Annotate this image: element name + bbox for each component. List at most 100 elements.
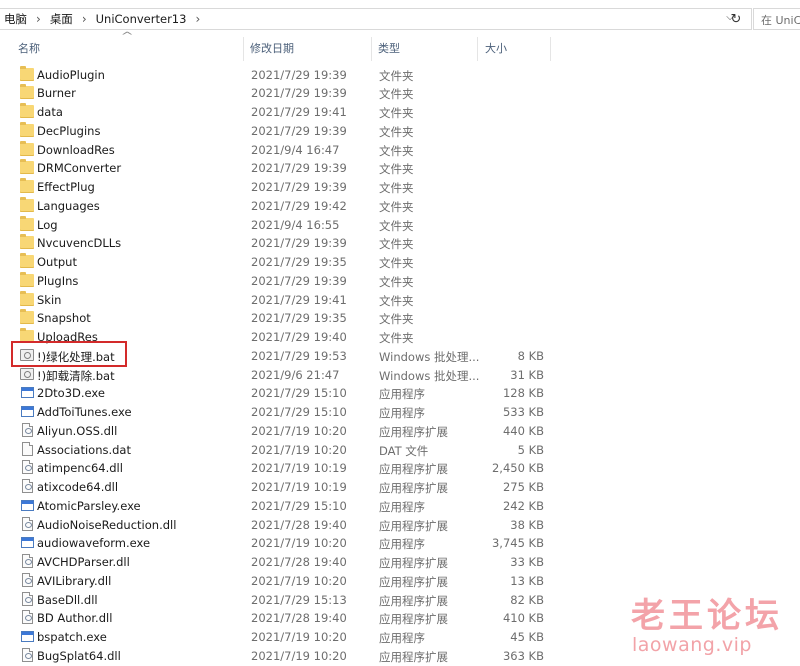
column-header-name[interactable]: 名称: [18, 40, 40, 60]
file-date: 2021/7/19 10:20: [251, 648, 347, 663]
file-date: 2021/7/29 19:39: [251, 123, 347, 138]
file-type: 文件夹: [379, 312, 414, 327]
file-row[interactable]: AVILibrary.dll 2021/7/19 10:20 应用程序扩展 13 KB: [0, 571, 560, 590]
file-row[interactable]: DownloadRes 2021/9/4 16:47 文件夹: [0, 140, 560, 159]
file-row[interactable]: BaseDll.dll 2021/7/29 15:13 应用程序扩展 82 KB: [0, 590, 560, 609]
file-date: 2021/7/29 19:40: [251, 330, 347, 344]
file-name: AVILibrary.dll: [37, 573, 112, 588]
search-input[interactable]: 在 UniCo: [753, 8, 800, 30]
file-name: Aliyun.OSS.dll: [37, 423, 118, 438]
file-row[interactable]: DRMConverter 2021/7/29 19:39 文件夹: [0, 158, 560, 177]
file-row[interactable]: Associations.dat 2021/7/19 10:20 DAT 文件 5 K…: [0, 440, 560, 459]
file-type: 文件夹: [379, 218, 414, 233]
column-header-size[interactable]: 大小: [485, 40, 507, 60]
file-row[interactable]: atimpenc64.dll 2021/7/19 10:19 应用程序扩展 2,450…: [0, 458, 560, 477]
file-type: 应用程序扩展: [379, 574, 448, 589]
file-type: 文件夹: [379, 274, 414, 289]
folder-icon: [20, 290, 34, 306]
file-row[interactable]: DecPlugins 2021/7/29 19:39 文件夹: [0, 121, 560, 140]
breadcrumb-current-folder[interactable]: UniConverter13: [92, 12, 191, 26]
column-divider[interactable]: [477, 37, 478, 61]
file-name: NvcuvencDLLs: [37, 236, 122, 251]
dll-icon: [22, 610, 33, 625]
file-row[interactable]: Output 2021/7/29 19:35 文件夹: [0, 252, 560, 271]
file-row[interactable]: AtomicParsley.exe 2021/7/29 15:10 应用程序 242 …: [0, 496, 560, 515]
breadcrumb-desktop[interactable]: 桌面: [46, 11, 77, 27]
column-divider[interactable]: [371, 37, 372, 61]
folder-icon: [20, 178, 34, 193]
file-row[interactable]: atixcode64.dll 2021/7/19 10:19 应用程序扩展 275 K…: [0, 477, 560, 496]
file-size: 5 KB: [517, 442, 544, 457]
exe-icon: [21, 537, 34, 549]
file-date: 2021/7/29 15:10: [251, 386, 347, 401]
file-row[interactable]: data 2021/7/29 19:41 文件夹: [0, 102, 560, 121]
file-size: 440 KB: [502, 423, 544, 438]
file-date: 2021/7/19 10:19: [251, 480, 347, 494]
file-row[interactable]: !)卸载清除.bat 2021/9/6 21:47 Windows 批处理... 31…: [0, 365, 560, 384]
column-divider[interactable]: [243, 37, 244, 61]
folder-icon: [20, 140, 34, 156]
file-type: 文件夹: [379, 68, 414, 83]
file-row[interactable]: NvcuvencDLLs 2021/7/29 19:39 文件夹: [0, 233, 560, 252]
file-name: audiowaveform.exe: [37, 536, 151, 551]
file-type: 文件夹: [379, 87, 414, 102]
file-name: BD Author.dll: [37, 611, 113, 626]
file-row[interactable]: bspatch.exe 2021/7/19 10:20 应用程序 45 KB: [0, 627, 560, 646]
file-row[interactable]: 2Dto3D.exe 2021/7/29 15:10 应用程序 128 KB: [0, 383, 560, 402]
file-row[interactable]: AudioNoiseReduction.dll 2021/7/28 19:40 应用…: [0, 515, 560, 534]
folder-icon: [20, 234, 34, 250]
file-row[interactable]: AVCHDParser.dll 2021/7/28 19:40 应用程序扩展 33 K…: [0, 552, 560, 571]
dll-icon: [22, 516, 33, 531]
file-name: Skin: [37, 292, 62, 307]
watermark-title: 老王论坛: [631, 596, 783, 636]
column-divider[interactable]: [550, 37, 551, 61]
file-date: 2021/7/29 19:39: [251, 273, 347, 288]
file-row[interactable]: Log 2021/9/4 16:55 文件夹: [0, 215, 560, 234]
file-row[interactable]: AddToiTunes.exe 2021/7/29 15:10 应用程序 533 KB: [0, 402, 560, 421]
file-type: 文件夹: [379, 162, 414, 177]
file-row[interactable]: PlugIns 2021/7/29 19:39 文件夹: [0, 271, 560, 290]
file-row[interactable]: EffectPlug 2021/7/29 19:39 文件夹: [0, 177, 560, 196]
column-header-type[interactable]: 类型: [378, 40, 400, 60]
file-type: 应用程序扩展: [379, 424, 448, 439]
dll-icon: [22, 554, 33, 568]
file-row[interactable]: Aliyun.OSS.dll 2021/7/19 10:20 应用程序扩展 440 K…: [0, 421, 560, 440]
folder-icon: [20, 65, 34, 81]
file-row[interactable]: BD Author.dll 2021/7/28 19:40 应用程序扩展 410 KB: [0, 608, 560, 627]
address-bar[interactable]: 电脑 › 桌面 › UniConverter13 › ⌵: [0, 8, 752, 30]
file-size: 363 KB: [502, 648, 544, 663]
file-name: AddToiTunes.exe: [37, 405, 132, 419]
file-row[interactable]: Languages 2021/7/29 19:42 文件夹: [0, 196, 560, 215]
file-date: 2021/7/29 15:10: [251, 405, 347, 419]
column-header-date[interactable]: 修改日期: [250, 40, 294, 60]
chevron-right-icon[interactable]: ›: [190, 12, 205, 26]
file-row[interactable]: audiowaveform.exe 2021/7/19 10:20 应用程序 3,74…: [0, 533, 560, 552]
file-date: 2021/7/19 10:20: [251, 536, 347, 551]
file-size: 45 KB: [510, 630, 544, 644]
folder-icon: [20, 271, 34, 287]
file-name: 2Dto3D.exe: [37, 386, 105, 401]
dll-icon: [22, 422, 33, 437]
file-size: 3,745 KB: [491, 536, 544, 551]
file-row[interactable]: Skin 2021/7/29 19:41 文件夹: [0, 290, 560, 309]
file-type: 应用程序: [379, 406, 425, 420]
watermark-url: laowang.vip: [632, 634, 752, 656]
file-row[interactable]: BugSplat64.dll 2021/7/19 10:20 应用程序扩展 363 K…: [0, 646, 560, 665]
exe-icon: [21, 499, 34, 511]
file-type: 文件夹: [379, 106, 414, 120]
file-row[interactable]: Burner 2021/7/29 19:39 文件夹: [0, 83, 560, 102]
file-type: Windows 批处理...: [379, 368, 480, 383]
file-type: 应用程序: [379, 631, 425, 645]
file-name: Log: [37, 217, 58, 232]
file-row[interactable]: AudioPlugin 2021/7/29 19:39 文件夹: [0, 65, 560, 84]
breadcrumb-this-pc[interactable]: 电脑: [0, 11, 31, 27]
file-name: BaseDll.dll: [37, 592, 98, 607]
file-row[interactable]: Snapshot 2021/7/29 19:35 文件夹: [0, 308, 560, 327]
file-name: EffectPlug: [37, 180, 95, 194]
file-date: 2021/7/19 10:20: [251, 630, 347, 644]
folder-icon: [20, 196, 34, 212]
refresh-icon[interactable]: ↻: [726, 9, 746, 29]
file-date: 2021/7/28 19:40: [251, 517, 347, 532]
file-date: 2021/7/29 19:39: [251, 180, 347, 194]
file-name: !)卸载清除.bat: [37, 368, 115, 383]
